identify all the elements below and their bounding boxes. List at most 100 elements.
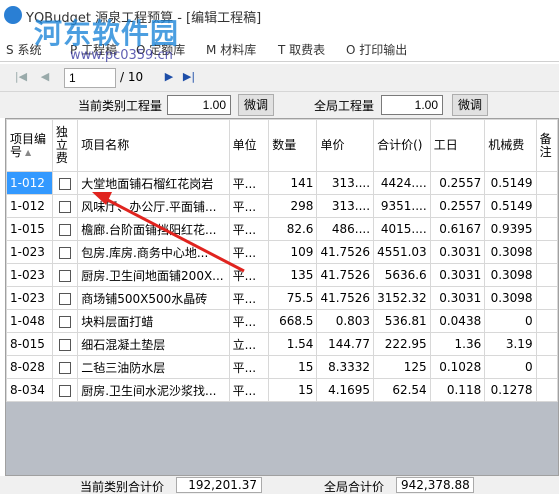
header-quantity[interactable]: 数量 bbox=[268, 119, 318, 172]
header-total-price[interactable]: 合计价() bbox=[373, 119, 431, 172]
cell-total-price[interactable]: 9351.... bbox=[373, 194, 431, 218]
cell-independent-fee[interactable] bbox=[51, 217, 79, 241]
cell-unit[interactable]: 平... bbox=[228, 263, 270, 287]
cell-code[interactable]: 1-012 bbox=[6, 171, 53, 195]
cell-unit-price[interactable]: 41.7526 bbox=[316, 240, 375, 264]
cell-code[interactable]: 8-034 bbox=[6, 378, 53, 402]
cell-quantity[interactable]: 15 bbox=[268, 355, 318, 379]
cell-total-price[interactable]: 4551.03 bbox=[373, 240, 431, 264]
cell-code[interactable]: 1-023 bbox=[6, 286, 53, 310]
current-quantity-input[interactable] bbox=[167, 95, 231, 115]
cell-labor-days[interactable]: 0.6167 bbox=[429, 217, 486, 241]
cell-remarks[interactable] bbox=[535, 286, 558, 310]
sort-ascending-icon[interactable]: ▲ bbox=[25, 146, 31, 159]
independent-fee-checkbox[interactable] bbox=[59, 361, 72, 374]
cell-unit-price[interactable]: 144.77 bbox=[316, 332, 375, 356]
prev-page-icon[interactable]: ◀ bbox=[38, 70, 52, 84]
independent-fee-checkbox[interactable] bbox=[59, 246, 72, 259]
cell-quantity[interactable]: 298 bbox=[268, 194, 318, 218]
cell-total-price[interactable]: 4015.... bbox=[373, 217, 431, 241]
cell-code[interactable]: 8-015 bbox=[6, 332, 53, 356]
items-grid[interactable]: 项目编号 ▲ 独立费 项目名称 单位 数量 单价 合计价() 工日 机械费 备注 … bbox=[5, 118, 559, 476]
header-unit-price[interactable]: 单价 bbox=[316, 119, 375, 172]
cell-item-name[interactable]: 厨房.卫生间地面铺200X... bbox=[77, 263, 230, 287]
cell-quantity[interactable]: 135 bbox=[268, 263, 318, 287]
cell-total-price[interactable]: 5636.6 bbox=[373, 263, 431, 287]
cell-independent-fee[interactable] bbox=[51, 171, 79, 195]
cell-unit[interactable]: 平... bbox=[228, 240, 270, 264]
cell-code[interactable]: 1-023 bbox=[6, 263, 53, 287]
cell-total-price[interactable]: 536.81 bbox=[373, 309, 431, 333]
cell-independent-fee[interactable] bbox=[51, 286, 79, 310]
cell-unit-price[interactable]: 4.1695 bbox=[316, 378, 375, 402]
cell-unit-price[interactable]: 41.7526 bbox=[316, 286, 375, 310]
header-remarks[interactable]: 备注 bbox=[535, 119, 558, 172]
header-independent-fee[interactable]: 独立费 bbox=[51, 119, 79, 172]
cell-quantity[interactable]: 109 bbox=[268, 240, 318, 264]
cell-item-name[interactable]: 檐廊.台阶面铺挡阳红花... bbox=[77, 217, 230, 241]
table-row[interactable]: 8-034 厨房.卫生间水泥沙浆找... 平... 15 4.1695 62.54 0.11… bbox=[6, 378, 558, 402]
cell-machine-fee[interactable]: 0 bbox=[484, 309, 537, 333]
independent-fee-checkbox[interactable] bbox=[59, 315, 72, 328]
independent-fee-checkbox[interactable] bbox=[59, 269, 72, 282]
cell-unit[interactable]: 平... bbox=[228, 171, 270, 195]
independent-fee-checkbox[interactable] bbox=[59, 200, 72, 213]
cell-unit[interactable]: 平... bbox=[228, 378, 270, 402]
independent-fee-checkbox[interactable] bbox=[59, 223, 72, 236]
cell-quantity[interactable]: 1.54 bbox=[268, 332, 318, 356]
cell-code[interactable]: 8-028 bbox=[6, 355, 53, 379]
cell-unit[interactable]: 平... bbox=[228, 194, 270, 218]
cell-unit-price[interactable]: 0.803 bbox=[316, 309, 375, 333]
cell-unit-price[interactable]: 313.... bbox=[316, 171, 375, 195]
table-row[interactable]: 8-015 细石混凝土垫层 立... 1.54 144.77 222.95 1.36 3.19 bbox=[6, 332, 558, 356]
table-row[interactable]: 8-028 二毡三油防水层 平... 15 8.3332 125 0.1028 0 bbox=[6, 355, 558, 379]
cell-remarks[interactable] bbox=[535, 171, 558, 195]
cell-remarks[interactable] bbox=[535, 309, 558, 333]
cell-item-name[interactable]: 包房.库房.商务中心地... bbox=[77, 240, 230, 264]
cell-machine-fee[interactable]: 0.3098 bbox=[484, 286, 537, 310]
cell-labor-days[interactable]: 0.0438 bbox=[429, 309, 486, 333]
cell-code[interactable]: 1-012 bbox=[6, 194, 53, 218]
global-quantity-input[interactable] bbox=[381, 95, 443, 115]
cell-code[interactable]: 1-023 bbox=[6, 240, 53, 264]
menu-material-library[interactable]: M 材料库 bbox=[206, 41, 256, 58]
independent-fee-checkbox[interactable] bbox=[59, 338, 72, 351]
cell-unit-price[interactable]: 486.... bbox=[316, 217, 375, 241]
cell-item-name[interactable]: 细石混凝土垫层 bbox=[77, 332, 230, 356]
cell-remarks[interactable] bbox=[535, 194, 558, 218]
cell-total-price[interactable]: 222.95 bbox=[373, 332, 431, 356]
cell-machine-fee[interactable]: 0 bbox=[484, 355, 537, 379]
table-row[interactable]: 1-012 大堂地面铺石榴红花岗岩 平... 141 313.... 4424.... 0.… bbox=[6, 171, 558, 195]
menu-print-output[interactable]: O 打印输出 bbox=[346, 41, 407, 58]
cell-remarks[interactable] bbox=[535, 240, 558, 264]
cell-labor-days[interactable]: 0.1028 bbox=[429, 355, 486, 379]
cell-unit-price[interactable]: 8.3332 bbox=[316, 355, 375, 379]
cell-machine-fee[interactable]: 0.9395 bbox=[484, 217, 537, 241]
cell-quantity[interactable]: 141 bbox=[268, 171, 318, 195]
last-page-icon[interactable]: ▶| bbox=[182, 70, 196, 84]
cell-item-name[interactable]: 厨房.卫生间水泥沙浆找... bbox=[77, 378, 230, 402]
cell-labor-days[interactable]: 1.36 bbox=[429, 332, 486, 356]
header-machine-fee[interactable]: 机械费 bbox=[484, 119, 537, 172]
cell-labor-days[interactable]: 0.3031 bbox=[429, 263, 486, 287]
table-row[interactable]: 1-023 商场铺500X500水晶砖 平... 75.5 41.7526 3152.32… bbox=[6, 286, 558, 310]
cell-quantity[interactable]: 75.5 bbox=[268, 286, 318, 310]
cell-independent-fee[interactable] bbox=[51, 332, 79, 356]
cell-labor-days[interactable]: 0.118 bbox=[429, 378, 486, 402]
cell-labor-days[interactable]: 0.3031 bbox=[429, 286, 486, 310]
menu-fee-table[interactable]: T 取费表 bbox=[278, 41, 325, 58]
cell-machine-fee[interactable]: 0.3098 bbox=[484, 263, 537, 287]
cell-unit[interactable]: 平... bbox=[228, 217, 270, 241]
menu-system[interactable]: S 系统 bbox=[6, 41, 41, 58]
cell-code[interactable]: 1-048 bbox=[6, 309, 53, 333]
cell-labor-days[interactable]: 0.3031 bbox=[429, 240, 486, 264]
cell-item-name[interactable]: 大堂地面铺石榴红花岗岩 bbox=[77, 171, 230, 195]
table-row[interactable]: 1-048 块料层面打蜡 平... 668.5 0.803 536.81 0.0438 0 bbox=[6, 309, 558, 333]
header-code[interactable]: 项目编号 ▲ bbox=[6, 119, 53, 172]
menu-quota-library[interactable]: O 定额库 bbox=[136, 41, 185, 58]
cell-quantity[interactable]: 82.6 bbox=[268, 217, 318, 241]
independent-fee-checkbox[interactable] bbox=[59, 292, 72, 305]
cell-machine-fee[interactable]: 0.1278 bbox=[484, 378, 537, 402]
cell-quantity[interactable]: 668.5 bbox=[268, 309, 318, 333]
cell-independent-fee[interactable] bbox=[51, 194, 79, 218]
